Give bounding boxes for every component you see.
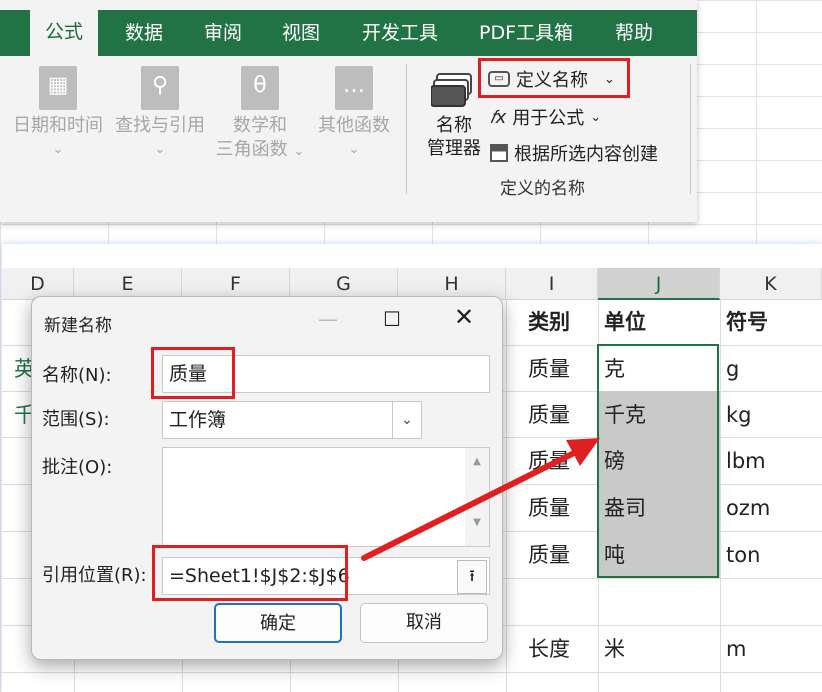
red-arrow-icon	[361, 438, 600, 561]
